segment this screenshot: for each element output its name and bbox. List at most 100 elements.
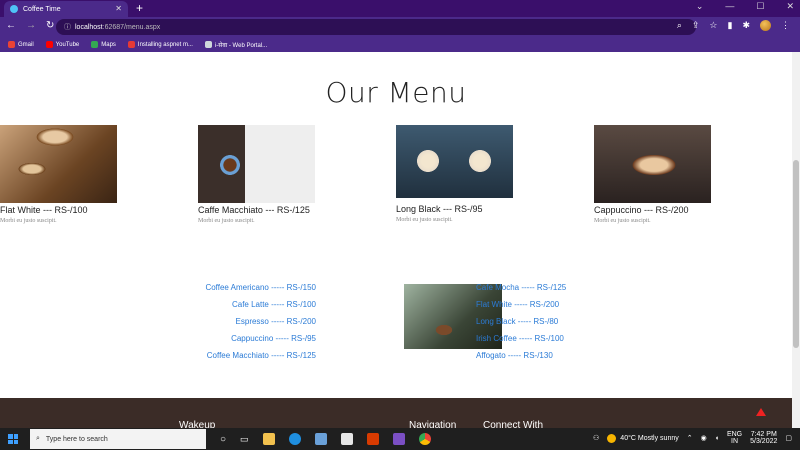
footer-heading-wakeup: Wakeup (179, 420, 216, 428)
minimize-icon[interactable]: — (725, 1, 734, 12)
menu-link-irish-coffee[interactable]: Irish Coffee ----- RS-/100 (476, 333, 636, 350)
network-icon[interactable]: ◉ (701, 434, 707, 442)
gmail-icon (8, 41, 15, 48)
browser-toolbar: ← → ↻ ⓘ localhost :62687/menu.aspx ⌕ ⇪ ☆… (0, 17, 800, 37)
footer-heading-navigation: Navigation (409, 420, 457, 428)
maximize-icon[interactable]: ☐ (756, 1, 764, 12)
volume-icon[interactable]: ◖ (715, 435, 719, 442)
store-icon[interactable] (314, 433, 327, 445)
reload-icon[interactable]: ↻ (46, 20, 54, 31)
close-window-icon[interactable]: ✕ (786, 1, 794, 12)
menu-link-cappuccino[interactable]: Cappuccino ----- RS-/95 (180, 333, 316, 350)
card-name: Caffe Macchiato --- RS-/125 (198, 205, 310, 215)
address-bar[interactable]: ⓘ localhost :62687/menu.aspx (56, 19, 696, 35)
share-icon[interactable]: ⇪ (692, 20, 700, 31)
card-description: Morbi eu justo suscipit. (396, 217, 453, 223)
system-tray: ⚇ 40°C Mostly sunny ⌃ ◉ ◖ ENG IN 7:42 PM… (593, 431, 792, 445)
bookmarks-bar: Gmail YouTube Maps Installing aspnet m..… (0, 37, 800, 52)
menu-link-cafe-latte[interactable]: Cafe Latte ----- RS-/100 (180, 299, 316, 316)
page-scrollbar[interactable] (792, 52, 800, 428)
bookmark-maps[interactable]: Maps (91, 41, 116, 48)
menu-link-coffee-americano[interactable]: Coffee Americano ----- RS-/150 (180, 282, 316, 299)
bookmark-gmail[interactable]: Gmail (8, 41, 34, 48)
windows-start-icon[interactable] (8, 434, 18, 444)
menu-card-cappuccino: Cappuccino --- RS-/200 Morbi eu justo su… (594, 125, 774, 224)
windows-taskbar: ⌕ Type here to search ○ ▭ ⚇ 40°C Mostly … (0, 428, 800, 450)
bookmark-youtube[interactable]: YouTube (45, 41, 79, 48)
menu-list-left: Coffee Americano ----- RS-/150 Cafe Latt… (180, 282, 316, 367)
card-description: Morbi eu justo suscipit. (0, 218, 57, 224)
footer: Wakeup Navigation Connect With (0, 398, 792, 428)
weather-widget[interactable]: 40°C Mostly sunny (607, 433, 679, 443)
cortana-icon[interactable]: ○ (220, 434, 226, 445)
menu-card-flat-white: Flat White --- RS-/100 Morbi eu justo su… (0, 125, 180, 224)
scroll-thumb[interactable] (793, 160, 799, 348)
menu-list-right: Cafe Mocha ----- RS-/125 Flat White ----… (476, 282, 636, 367)
search-icon: ⌕ (36, 435, 40, 442)
card-name: Long Black --- RS-/95 (396, 204, 483, 214)
mail-icon[interactable] (340, 433, 353, 445)
youtube-icon (127, 41, 135, 48)
profile-avatar[interactable] (760, 20, 771, 31)
menu-link-long-black[interactable]: Long Black ----- RS-/80 (476, 316, 636, 333)
nav-buttons: ← → ↻ (6, 20, 54, 31)
chrome-icon[interactable] (418, 433, 431, 445)
url-host: localhost (75, 23, 103, 31)
browser-tab[interactable]: Coffee Time ✕ (4, 1, 128, 17)
page-title: Our Menu (325, 76, 467, 109)
close-tab-icon[interactable]: ✕ (115, 4, 122, 13)
card-name: Cappuccino --- RS-/200 (594, 205, 689, 215)
menu-link-coffee-macchiato[interactable]: Coffee Macchiato ----- RS-/125 (180, 350, 316, 367)
menu-link-espresso[interactable]: Espresso ----- RS-/200 (180, 316, 316, 333)
cappuccino-image (594, 125, 711, 203)
bookmark-star-icon[interactable]: ☆ (709, 20, 717, 31)
youtube-icon (45, 41, 53, 48)
tab-bar: Coffee Time ✕ + ⌄ — ☐ ✕ (0, 0, 800, 17)
bookmark-installing-aspnet[interactable]: Installing aspnet m... (127, 41, 193, 48)
scroll-top-arrow-icon[interactable] (756, 408, 766, 416)
menu-link-flat-white[interactable]: Flat White ----- RS-/200 (476, 299, 636, 316)
office-icon[interactable] (366, 433, 379, 445)
forward-arrow-icon[interactable]: → (26, 20, 36, 31)
taskbar-search[interactable]: ⌕ Type here to search (30, 429, 206, 449)
visual-studio-icon[interactable] (392, 433, 405, 445)
toolbar-icons: ⌕ ⇪ ☆ ▮ ✱ ⋮ (677, 20, 790, 31)
side-panel-icon[interactable]: ▮ (728, 20, 733, 31)
window-controls: ⌄ — ☐ ✕ (696, 1, 794, 12)
card-name: Flat White --- RS-/100 (0, 205, 88, 215)
weather-text: 40°C Mostly sunny (620, 434, 679, 442)
taskbar-apps: ○ ▭ (220, 433, 431, 445)
info-icon[interactable]: ⓘ (64, 22, 71, 32)
menu-dots-icon[interactable]: ⋮ (781, 20, 790, 31)
footer-heading-connect: Connect With (483, 420, 544, 428)
bookmark-web-portal[interactable]: i-सेवा - Web Portal... (204, 41, 267, 49)
menu-link-affogato[interactable]: Affogato ----- RS-/130 (476, 350, 636, 367)
tab-title: Coffee Time (23, 5, 61, 13)
people-icon[interactable]: ⚇ (593, 434, 599, 442)
coffee-favicon-icon (10, 5, 18, 13)
edge-icon[interactable] (288, 433, 301, 445)
menu-link-cafe-mocha[interactable]: Cafe Mocha ----- RS-/125 (476, 282, 636, 299)
caffe-macchiato-image (198, 125, 315, 203)
tray-chevron-icon[interactable]: ⌃ (687, 434, 693, 442)
search-placeholder: Type here to search (45, 435, 108, 443)
zoom-icon[interactable]: ⌕ (677, 20, 682, 31)
page-content: Our Menu Flat White --- RS-/100 Morbi eu… (0, 52, 792, 428)
file-explorer-icon[interactable] (262, 433, 275, 445)
long-black-image (396, 125, 513, 198)
card-description: Morbi eu justo suscipit. (198, 218, 255, 224)
extensions-icon[interactable]: ✱ (742, 20, 750, 31)
language-indicator[interactable]: ENG IN (727, 431, 742, 445)
sun-icon (607, 433, 617, 443)
chevron-down-icon[interactable]: ⌄ (696, 1, 704, 12)
notification-icon[interactable]: ▢ (785, 434, 792, 442)
back-arrow-icon[interactable]: ← (6, 20, 16, 31)
maps-icon (91, 41, 99, 48)
clock[interactable]: 7:42 PM 5/3/2022 (750, 431, 777, 445)
task-view-icon[interactable]: ▭ (240, 434, 249, 445)
menu-card-long-black: Long Black --- RS-/95 Morbi eu justo sus… (396, 125, 576, 223)
new-tab-button[interactable]: + (136, 1, 143, 15)
menu-card-caffe-macchiato: Caffe Macchiato --- RS-/125 Morbi eu jus… (198, 125, 378, 224)
portal-icon (204, 41, 212, 48)
url-path: :62687/menu.aspx (102, 23, 161, 31)
